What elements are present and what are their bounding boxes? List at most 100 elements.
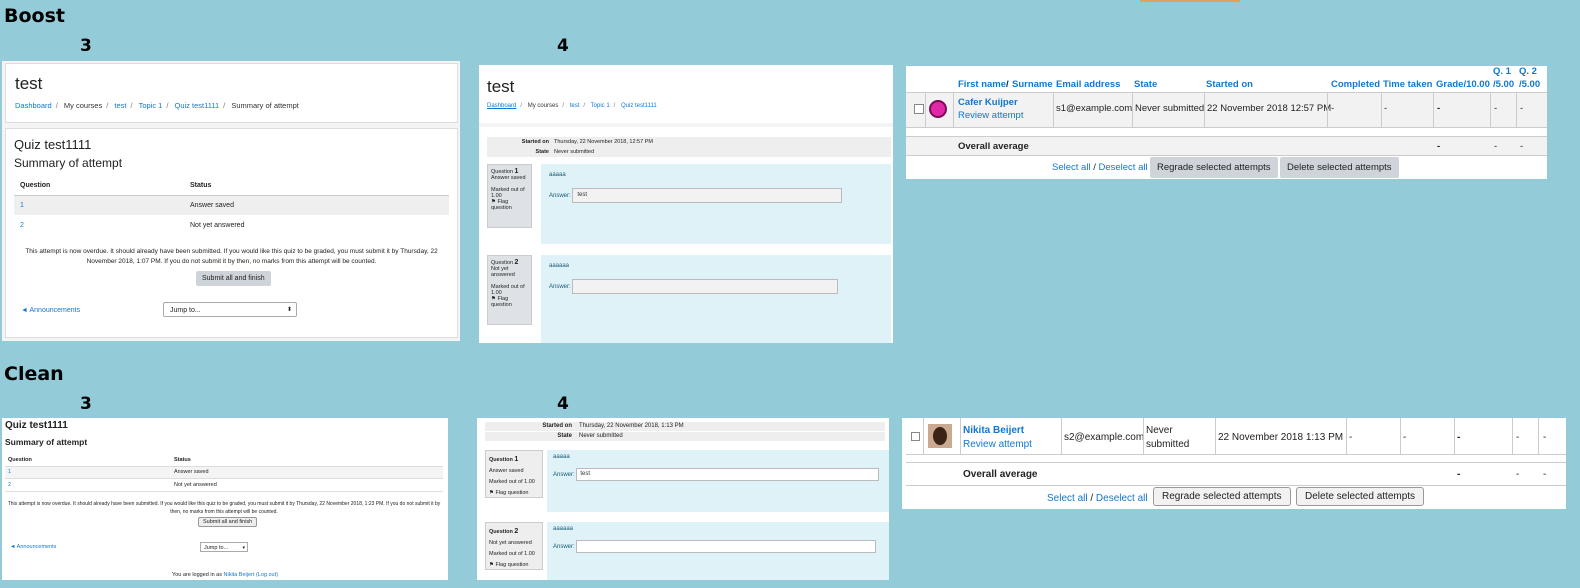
logout-link[interactable]: (Log out) <box>256 572 278 578</box>
header-time-taken[interactable]: Time taken <box>1383 79 1432 90</box>
question-content: aaaaa Answer: test <box>541 164 891 244</box>
answer-input[interactable]: test <box>576 468 880 481</box>
submit-all-button[interactable]: Submit all and finish <box>198 517 258 527</box>
select-all-link[interactable]: Select all <box>1052 162 1091 173</box>
header-q2-max: /5.00 <box>1519 79 1541 90</box>
attempt-started: 22 November 2018 12:57 PM <box>1207 103 1332 114</box>
flag-icon[interactable]: ⚑ <box>489 562 494 568</box>
question-marks: Marked out of 1.00 <box>491 187 525 199</box>
state-value: Never submitted <box>579 433 623 439</box>
breadcrumb-quiz[interactable]: Quiz test1111 <box>621 103 657 109</box>
review-attempt-link[interactable]: Review attempt <box>958 110 1023 121</box>
attempts-table: First name / Surname Email address State… <box>906 66 1547 156</box>
delete-attempts-button[interactable]: Delete selected attempts <box>1280 157 1399 178</box>
overall-average-label: Overall average <box>963 469 1038 480</box>
header-completed[interactable]: Completed <box>1331 79 1380 90</box>
question-link[interactable]: 2 <box>8 482 11 488</box>
answer-input[interactable] <box>572 279 839 294</box>
summary-heading: Summary of attempt <box>14 156 123 170</box>
header-email[interactable]: Email address <box>1056 79 1120 90</box>
question-text: aaaaa <box>553 454 570 460</box>
boost-section-title: Boost <box>4 5 65 27</box>
overall-q2: - <box>1543 469 1547 480</box>
deselect-all-link[interactable]: Deselect all <box>1096 493 1148 504</box>
breadcrumb-my-courses: My courses <box>63 101 103 110</box>
overall-q1: - <box>1494 141 1498 152</box>
overdue-notice: This attempt is now overdue. It should a… <box>25 248 438 265</box>
regrade-button[interactable]: Regrade selected attempts <box>1153 487 1291 506</box>
summary-table: Question Status 1 Answer saved 2 Not yet… <box>14 177 449 235</box>
table-row: Cafer Kuijper Review attempt s1@example.… <box>906 92 1547 128</box>
delete-attempts-button[interactable]: Delete selected attempts <box>1296 487 1425 506</box>
deselect-all-link[interactable]: Deselect all <box>1098 162 1147 173</box>
question-status: Answer saved <box>190 201 234 209</box>
question-info: Question 2 Not yet answered Marked out o… <box>485 522 543 570</box>
breadcrumb-test[interactable]: test <box>114 101 126 110</box>
overdue-notice: This attempt is now overdue. It should a… <box>7 501 441 515</box>
jump-to-select[interactable]: Jump to... ⬍ <box>163 302 297 317</box>
col-question: Question <box>20 182 51 190</box>
flag-question[interactable]: Flag question <box>495 562 528 568</box>
breadcrumb-test[interactable]: test <box>570 103 580 109</box>
breadcrumb-dashboard[interactable]: Dashboard <box>15 101 52 110</box>
summary-heading: Summary of attempt <box>5 437 88 447</box>
header-first-name[interactable]: First name <box>958 79 1006 90</box>
table-row: 1 Answer saved <box>5 467 443 479</box>
answer-label: Answer: <box>553 472 575 479</box>
question-content: aaaaa Answer: test <box>547 450 889 512</box>
flag-question[interactable]: Flag question <box>495 490 528 496</box>
header-surname[interactable]: Surname <box>1012 79 1053 90</box>
answer-input[interactable] <box>576 540 877 553</box>
breadcrumb: Dashboard / My courses / test / Topic 1/ Qu… <box>487 103 657 109</box>
flag-icon[interactable]: ⚑ <box>489 490 494 496</box>
breadcrumb-summary: Summary of attempt <box>231 101 299 110</box>
header-grade[interactable]: Grade/10.00 <box>1436 79 1490 90</box>
overall-grade: - <box>1437 141 1441 152</box>
logged-in-user-link[interactable]: Nikita Beijert <box>224 572 255 578</box>
question-marks: Marked out of 1.00 <box>489 551 535 557</box>
started-on-label: Started on <box>521 139 549 145</box>
overall-average-row: Overall average - - - <box>906 462 1566 486</box>
chevron-updown-icon: ⬍ <box>286 307 292 313</box>
attempt-q2: - <box>1520 103 1524 114</box>
question-link[interactable]: 1 <box>8 469 11 475</box>
question-status: Answer saved <box>491 175 526 181</box>
state-row: State Never submitted <box>487 147 891 157</box>
review-attempt-link[interactable]: Review attempt <box>963 439 1032 450</box>
table-row: 2 Not yet answered <box>14 215 449 235</box>
user-name-link[interactable]: Cafer Kuijper <box>958 97 1018 108</box>
row-checkbox[interactable] <box>911 432 920 441</box>
announcements-link[interactable]: ◄ Announcements <box>10 544 56 550</box>
header-q2[interactable]: Q. 2 <box>1519 66 1537 77</box>
breadcrumb-topic[interactable]: Topic 1 <box>591 103 610 109</box>
answer-input[interactable]: test <box>572 188 843 203</box>
overall-q1: - <box>1516 469 1520 480</box>
jump-to-select[interactable]: Jump to... ▾ <box>200 542 248 552</box>
question-text: aaaaa <box>549 172 566 178</box>
col-question: Question <box>8 457 32 463</box>
boost-label-3: 3 <box>80 36 92 56</box>
submit-all-button[interactable]: Submit all and finish <box>196 271 271 286</box>
breadcrumb-topic[interactable]: Topic 1 <box>139 101 163 110</box>
overall-average-row: Overall average - - - <box>906 136 1547 156</box>
select-all-link[interactable]: Select all <box>1047 493 1088 504</box>
attempt-content: Started on Thursday, 22 November 2018, 1… <box>479 127 893 343</box>
question-info: Question 1 Answer saved Marked out of 1.… <box>485 450 543 498</box>
breadcrumb-quiz[interactable]: Quiz test1111 <box>175 101 220 110</box>
breadcrumb-dashboard[interactable]: Dashboard <box>487 103 516 109</box>
user-email: s1@example.com <box>1056 103 1133 114</box>
user-avatar <box>929 100 947 118</box>
header-started[interactable]: Started on <box>1206 79 1253 90</box>
question-link[interactable]: 1 <box>14 195 189 215</box>
clean-label-4: 4 <box>557 394 569 414</box>
summary-content: Quiz test1111 Summary of attempt Questio… <box>5 128 458 338</box>
user-name-link[interactable]: Nikita Beijert <box>963 425 1024 436</box>
regrade-button[interactable]: Regrade selected attempts <box>1150 157 1278 178</box>
header-q1-max: /5.00 <box>1493 79 1515 90</box>
announcements-link[interactable]: ◄ Announcements <box>21 307 80 314</box>
jump-to-value: Jump to... <box>170 307 201 314</box>
question-link[interactable]: 2 <box>14 215 189 235</box>
row-checkbox[interactable] <box>914 104 924 114</box>
header-q1[interactable]: Q. 1 <box>1493 66 1511 77</box>
header-state[interactable]: State <box>1134 79 1157 90</box>
